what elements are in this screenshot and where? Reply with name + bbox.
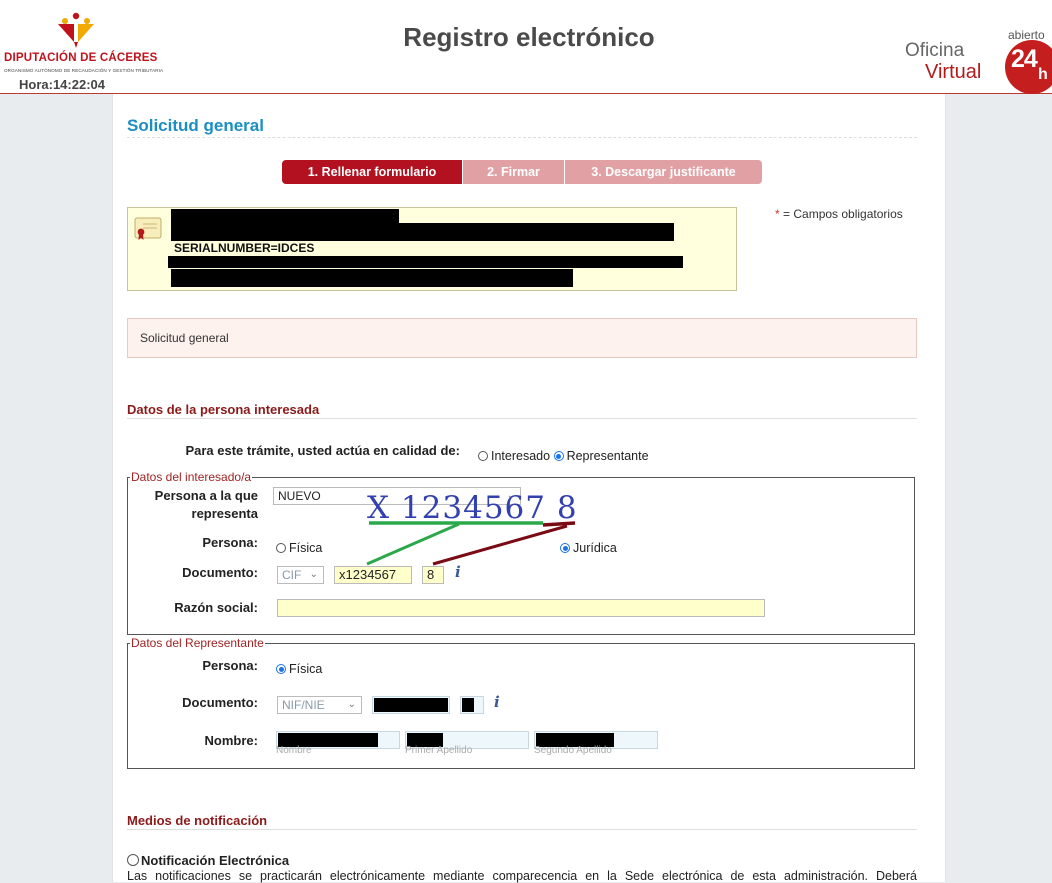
annotation-arrow-green: [366, 522, 460, 566]
hint-apellido1: Primer Apellido: [405, 745, 473, 756]
site-title: Registro electrónico: [403, 22, 655, 52]
hint-apellido2: Segundo Apellido: [534, 745, 612, 756]
annotation-arrow-red: [432, 524, 568, 566]
main-panel: Solicitud general 1. Rellenar formulario…: [112, 94, 946, 883]
notificacion-electronica-option: Notificación Electrónica: [127, 853, 289, 868]
radio-notificacion-electronica[interactable]: [127, 854, 139, 866]
badge-number: 24: [1011, 45, 1038, 73]
hint-nombre: Nombre: [276, 745, 312, 756]
oficina-virtual-brand[interactable]: Oficina Virtual abierto 24 h: [905, 28, 1052, 94]
legend-representante: Datos del Representante: [130, 636, 265, 650]
repr-documento-label: Documento:: [182, 695, 258, 710]
clock-value: 14:22:04: [52, 77, 105, 92]
logo-name: DIPUTACIÓN DE CÁCERES: [4, 52, 158, 64]
clock: Hora:14:22:04: [19, 77, 105, 92]
redacted-doc-number: [374, 698, 448, 712]
section-divider-notificacion: [127, 829, 917, 830]
24h-clock-icon: 24 h: [1005, 40, 1052, 94]
radio-repr-fisica[interactable]: [276, 664, 286, 674]
notificacion-electronica-label: Notificación Electrónica: [141, 853, 290, 868]
repr-persona-label: Persona:: [202, 658, 258, 673]
info-icon[interactable]: i: [494, 693, 500, 711]
radio-repr-fisica-label: Física: [289, 662, 323, 676]
chevron-down-icon: ⌄: [347, 699, 356, 710]
repr-doc-check-input[interactable]: [460, 696, 484, 714]
repr-nombre-label: Nombre:: [204, 733, 258, 748]
repr-doc-number-input[interactable]: [372, 696, 450, 714]
repr-fisica-option: Física: [276, 662, 322, 676]
brand-word-virtual: Virtual: [925, 61, 982, 83]
notificacion-description: Las notificaciones se practicarán electr…: [127, 869, 917, 883]
site-header: DIPUTACIÓN DE CÁCERES ORGANISMO AUTÓNOMO…: [0, 0, 1052, 94]
redacted-doc-check: [462, 698, 474, 712]
repr-doc-type-value: NIF/NIE: [282, 698, 325, 712]
logo-subtitle: ORGANISMO AUTÓNOMO DE RECAUDACIÓN Y GEST…: [4, 68, 164, 73]
repr-doc-type-select[interactable]: NIF/NIE ⌄: [277, 696, 362, 714]
annotation-underline-red: [542, 521, 576, 527]
fieldset-representante: Datos del Representante Persona: Física …: [127, 636, 915, 769]
badge-h: h: [1038, 66, 1048, 83]
clock-label: Hora:: [19, 77, 53, 92]
section-title-notificacion: Medios de notificación: [127, 813, 268, 828]
brand-word-oficina: Oficina: [905, 40, 965, 61]
